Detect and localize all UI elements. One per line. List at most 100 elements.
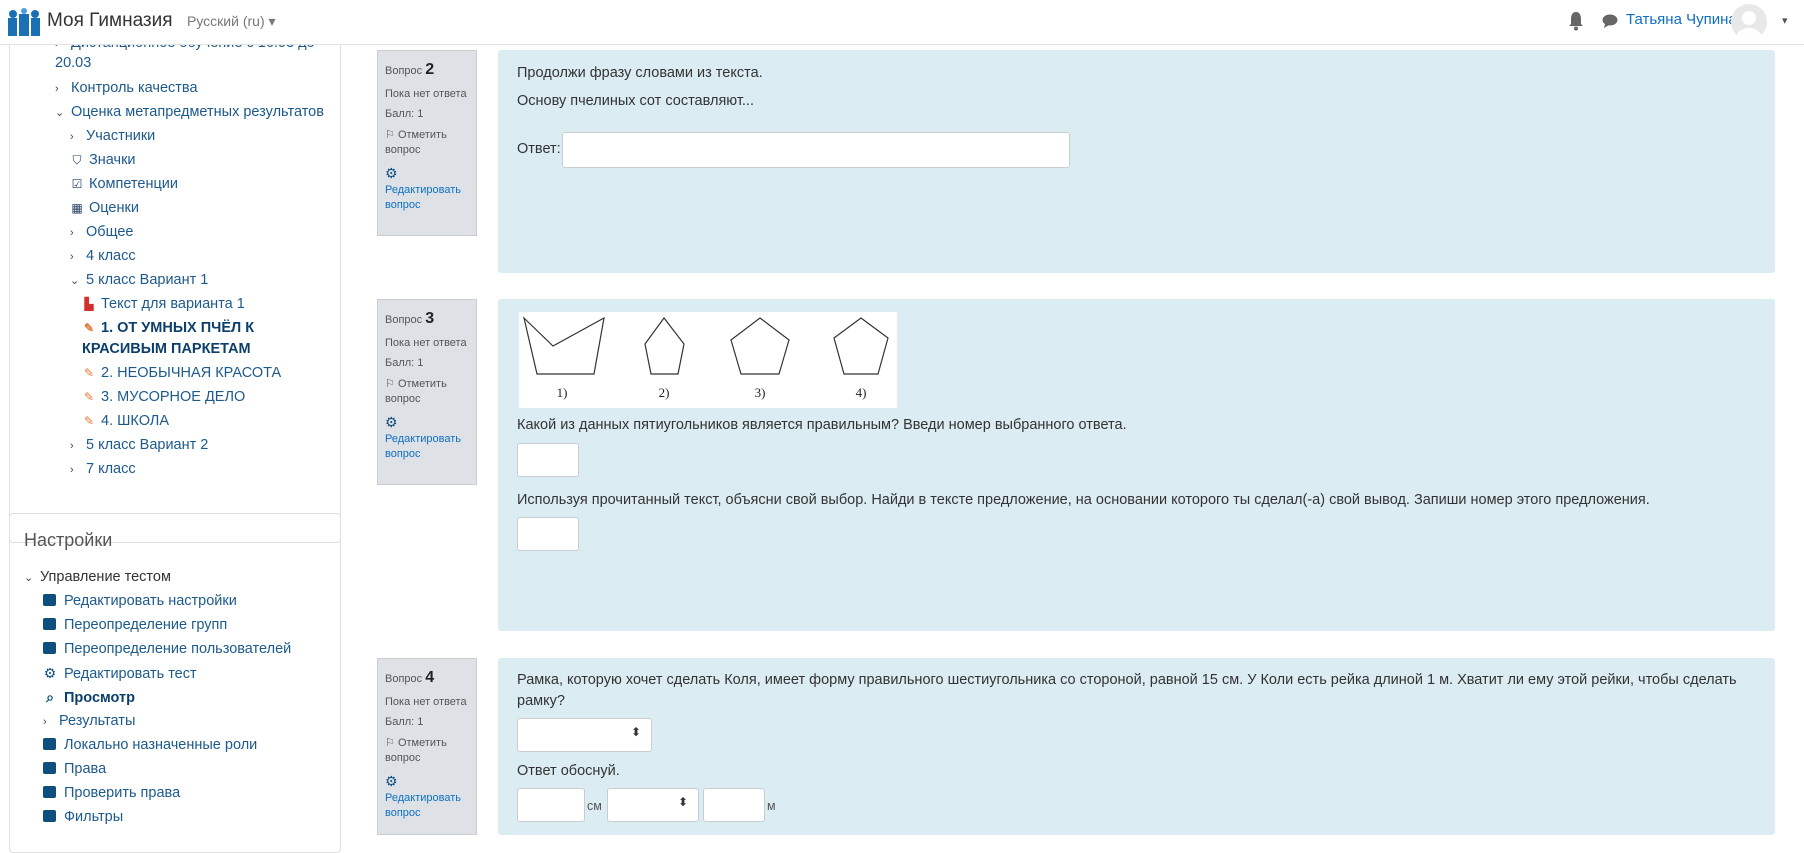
flag-question-link[interactable]: ⚐ Отметить вопрос: [385, 128, 469, 158]
user-avatar[interactable]: [1731, 4, 1767, 40]
question-number-value: 3: [425, 310, 435, 327]
answer-select[interactable]: ⬍: [517, 718, 652, 752]
question-prompt: Основу пчелиных сот составляют...: [517, 93, 754, 109]
square-icon: [43, 810, 56, 822]
checkbox-icon: ☑: [71, 177, 83, 191]
chevron-down-icon: ⌄: [55, 107, 65, 119]
edit-question-link[interactable]: ⚙ Редактировать вопрос: [385, 772, 469, 821]
nav-item-grade-7[interactable]: › 7 класс: [70, 461, 136, 477]
settings-item-label: Права: [64, 761, 107, 777]
question-prompt: Используя прочитанный текст, объясни сво…: [517, 492, 1650, 508]
nav-item-competencies[interactable]: ☑ Компетенции: [70, 176, 178, 192]
nav-item-quiz-4[interactable]: ✎ 4. ШКОЛА: [82, 413, 169, 429]
figure-label-1: 1): [557, 385, 568, 400]
question-prefix: Вопрос: [385, 65, 423, 77]
chevron-right-icon: ›: [70, 464, 74, 476]
unit-cm: см: [587, 799, 602, 813]
settings-check-permissions[interactable]: Проверить права: [43, 785, 180, 801]
settings-item-label: Просмотр: [64, 690, 135, 706]
nav-item-label: 7 класс: [86, 461, 136, 477]
settings-group-overrides[interactable]: Переопределение групп: [43, 617, 227, 633]
figure-label-2: 2): [659, 385, 670, 400]
settings-local-roles[interactable]: Локально назначенные роли: [43, 737, 257, 753]
nav-item-label: 3. МУСОРНОЕ ДЕЛО: [101, 389, 246, 405]
settings-results[interactable]: › Результаты: [43, 713, 135, 729]
nav-item-participants[interactable]: › Участники: [70, 128, 155, 144]
settings-user-overrides[interactable]: Переопределение пользователей: [43, 641, 291, 657]
nav-item-quality-control[interactable]: › Контроль качества: [55, 80, 198, 96]
cm-input[interactable]: [517, 788, 585, 822]
settings-quiz-admin[interactable]: ⌄ Управление тестом: [24, 569, 171, 585]
edit-question-link[interactable]: ⚙ Редактировать вопрос: [385, 413, 469, 462]
nav-item-label: 4. ШКОЛА: [101, 413, 169, 429]
question-number: Вопрос 2: [385, 59, 469, 81]
site-brand[interactable]: Моя Гимназия: [47, 10, 173, 32]
settings-edit-settings[interactable]: Редактировать настройки: [43, 593, 237, 609]
nav-item-meta-results[interactable]: ⌄ Оценка метапредметных результатов: [55, 104, 324, 120]
operator-select[interactable]: ⬍: [607, 788, 699, 822]
nav-item-label: 4 класс: [86, 248, 136, 264]
user-name[interactable]: Татьяна Чупина: [1626, 11, 1737, 28]
chevron-right-icon: ›: [70, 227, 74, 239]
settings-preview[interactable]: ⌕ Просмотр: [43, 689, 135, 706]
edit-label: Редактировать вопрос: [385, 791, 461, 819]
pentagon-3: [730, 317, 790, 375]
nav-item-label: КРАСИВЫМ ПАРКЕТАМ: [82, 341, 251, 357]
question-info-2: Вопрос 2 Пока нет ответа Балл: 1 ⚐ Отмет…: [377, 50, 477, 236]
nav-item-badges[interactable]: ⛉ Значки: [70, 152, 135, 168]
flag-icon: ⚐: [385, 737, 395, 750]
figure-label-3: 3): [755, 385, 766, 400]
user-menu-caret-icon[interactable]: ▾: [1782, 14, 1788, 27]
settings-filters[interactable]: Фильтры: [43, 809, 123, 825]
flag-label: Отметить вопрос: [385, 378, 447, 406]
question-text: Продолжи фразу словами из текста.: [517, 65, 763, 81]
question-number-value: 2: [425, 61, 435, 78]
nav-item-grades[interactable]: ▦ Оценки: [70, 200, 139, 216]
nav-item-quiz-2[interactable]: ✎ 2. НЕОБЫЧНАЯ КРАСОТА: [82, 365, 281, 381]
question-score: Балл: 1: [385, 108, 424, 121]
figure-label-4: 4): [856, 385, 867, 400]
edit-question-link[interactable]: ⚙ Редактировать вопрос: [385, 164, 469, 213]
nav-item-label: Оценки: [89, 200, 139, 216]
question-prefix: Вопрос: [385, 673, 423, 685]
table-icon: ▦: [71, 201, 83, 215]
nav-item-text-v1[interactable]: ▙ Текст для варианта 1: [82, 296, 245, 312]
nav-item-grade-5-v2[interactable]: › 5 класс Вариант 2: [70, 437, 208, 453]
nav-item-quiz-1-cont[interactable]: КРАСИВЫМ ПАРКЕТАМ: [82, 341, 251, 357]
quiz-icon: ✎: [83, 390, 95, 404]
nav-item-grade-4[interactable]: › 4 класс: [70, 248, 136, 264]
answer-input-1[interactable]: [517, 443, 579, 477]
nav-item-grade-5-v1[interactable]: ⌄ 5 класс Вариант 1: [70, 272, 208, 288]
notifications-bell-icon[interactable]: [1568, 11, 1584, 31]
settings-item-label: Переопределение пользователей: [64, 641, 292, 657]
nav-item-label: Оценка метапредметных результатов: [71, 104, 324, 120]
nav-item-label: 20.03: [55, 55, 92, 71]
settings-permissions[interactable]: Права: [43, 761, 106, 777]
nav-item-quiz-1[interactable]: ✎ 1. ОТ УМНЫХ ПЧЁЛ К: [82, 320, 254, 336]
nav-item-general[interactable]: › Общее: [70, 224, 133, 240]
question-text: Какой из данных пятиугольников является …: [517, 417, 1127, 433]
avatar-icon: [1736, 11, 1762, 40]
flag-question-link[interactable]: ⚐ Отметить вопрос: [385, 736, 469, 766]
nav-item-label: 5 класс Вариант 1: [86, 272, 209, 288]
flag-question-link[interactable]: ⚐ Отметить вопрос: [385, 377, 469, 407]
explain-label: Ответ обоснуй.: [517, 763, 620, 779]
edit-label: Редактировать вопрос: [385, 183, 461, 211]
settings-edit-quiz[interactable]: ⚙ Редактировать тест: [43, 665, 197, 682]
answer-input-2[interactable]: [517, 517, 579, 551]
gear-icon: ⚙: [385, 164, 398, 181]
nav-item-distance-learning-cont[interactable]: 20.03: [55, 55, 91, 71]
site-logo-icon[interactable]: [8, 8, 40, 36]
chevron-right-icon: ›: [70, 440, 74, 452]
m-input[interactable]: [703, 788, 765, 822]
language-menu[interactable]: Русский (ru) ▾: [187, 13, 276, 30]
square-icon: [43, 786, 56, 798]
settings-item-label: Проверить права: [64, 785, 181, 801]
answer-input[interactable]: [562, 132, 1070, 168]
pentagons-figure: 1) 2) 3) 4): [519, 312, 897, 408]
question-content-4: Рамка, которую хочет сделать Коля, имеет…: [498, 658, 1775, 835]
messages-chat-icon[interactable]: [1602, 13, 1618, 29]
nav-item-quiz-3[interactable]: ✎ 3. МУСОРНОЕ ДЕЛО: [82, 389, 245, 405]
gear-icon: ⚙: [385, 772, 398, 789]
nav-item-label: Текст для варианта 1: [101, 296, 245, 312]
